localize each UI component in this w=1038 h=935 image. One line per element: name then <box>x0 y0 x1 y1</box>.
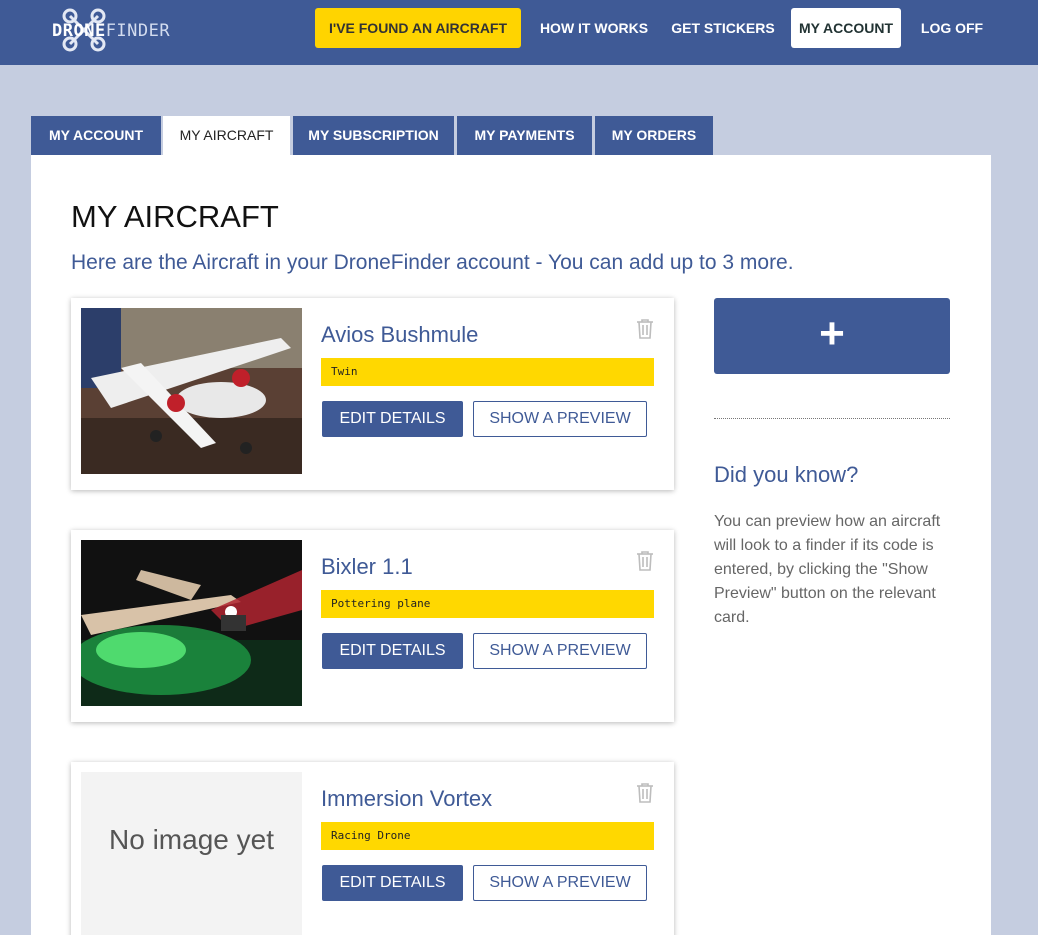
show-preview-button[interactable]: SHOW A PREVIEW <box>473 865 647 901</box>
did-you-know-title: Did you know? <box>714 462 859 487</box>
aircraft-tag: Pottering plane <box>321 590 654 618</box>
edit-details-button[interactable]: EDIT DETAILS <box>322 865 463 901</box>
aircraft-card: Bixler 1.1 Pottering plane EDIT DETAILS … <box>71 530 674 722</box>
logo-text: DRONEFINDER <box>52 21 171 41</box>
tab-my-aircraft[interactable]: MY AIRCRAFT <box>163 116 290 155</box>
add-aircraft-button[interactable]: + <box>714 298 950 374</box>
edit-details-button[interactable]: EDIT DETAILS <box>322 401 463 437</box>
aircraft-tag: Racing Drone <box>321 822 654 850</box>
no-image-text: No image yet <box>109 824 274 855</box>
tab-my-payments[interactable]: MY PAYMENTS <box>457 116 592 155</box>
nav-log-off[interactable]: LOG OFF <box>912 8 992 48</box>
edit-details-button[interactable]: EDIT DETAILS <box>322 633 463 669</box>
page-subtitle: Here are the Aircraft in your DroneFinde… <box>71 251 794 274</box>
nav-my-account[interactable]: MY ACCOUNT <box>791 8 901 48</box>
main-panel: MY AIRCRAFT Here are the Aircraft in you… <box>31 155 991 935</box>
show-preview-button[interactable]: SHOW A PREVIEW <box>473 401 647 437</box>
aircraft-card: No image yet Immersion Vortex Racing Dro… <box>71 762 674 935</box>
nav-how-it-works[interactable]: HOW IT WORKS <box>534 8 654 48</box>
aircraft-card: Avios Bushmule Twin EDIT DETAILS SHOW A … <box>71 298 674 490</box>
trash-icon[interactable] <box>635 318 655 340</box>
tab-my-subscription[interactable]: MY SUBSCRIPTION <box>293 116 454 155</box>
aircraft-name: Immersion Vortex <box>321 786 493 811</box>
no-image-placeholder: No image yet <box>81 772 302 935</box>
aircraft-name: Bixler 1.1 <box>321 554 413 579</box>
aircraft-photo <box>81 308 302 474</box>
page-title: MY AIRCRAFT <box>71 199 279 234</box>
nav-get-stickers[interactable]: GET STICKERS <box>668 8 778 48</box>
found-aircraft-button[interactable]: I'VE FOUND AN AIRCRAFT <box>315 8 521 48</box>
dronefinder-logo[interactable]: DRONEFINDER <box>52 6 192 54</box>
show-preview-button[interactable]: SHOW A PREVIEW <box>473 633 647 669</box>
did-you-know-text: You can preview how an aircraft will loo… <box>714 513 941 626</box>
tab-my-orders[interactable]: MY ORDERS <box>595 116 713 155</box>
divider <box>714 418 950 419</box>
trash-icon[interactable] <box>635 782 655 804</box>
aircraft-tag: Twin <box>321 358 654 386</box>
trash-icon[interactable] <box>635 550 655 572</box>
aircraft-name: Avios Bushmule <box>321 322 479 347</box>
aircraft-photo <box>81 540 302 706</box>
top-navbar: DRONEFINDER I'VE FOUND AN AIRCRAFT HOW I… <box>0 0 1038 65</box>
tab-my-account[interactable]: MY ACCOUNT <box>31 116 161 155</box>
